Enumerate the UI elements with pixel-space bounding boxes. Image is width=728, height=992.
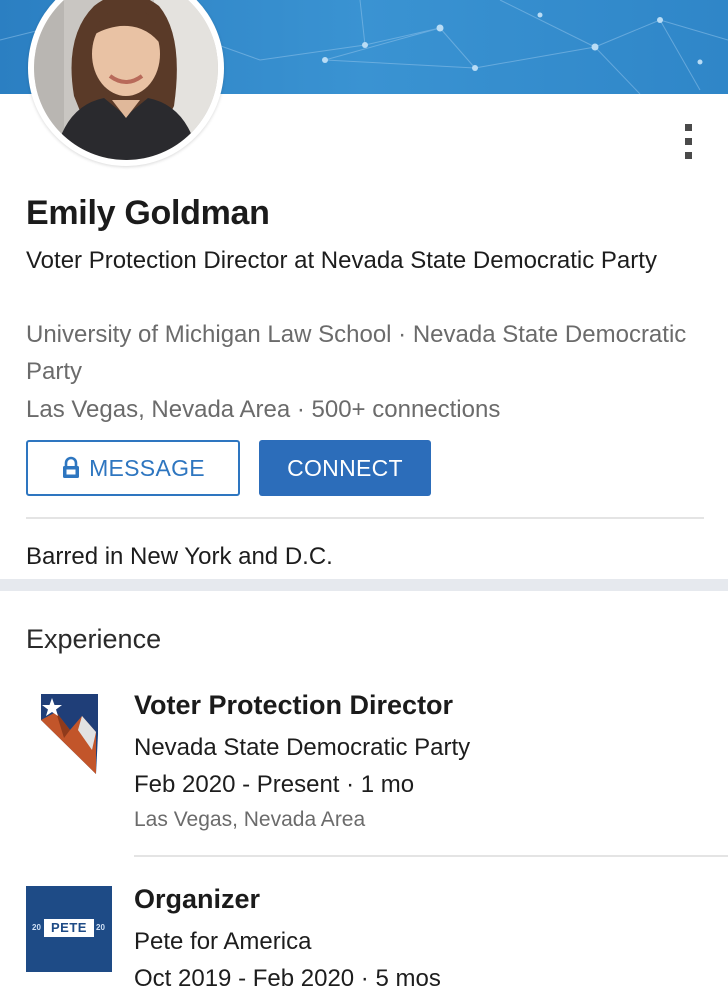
profile-name: Emily Goldman: [26, 194, 270, 232]
pete-2020-logo-icon[interactable]: 20 PETE 20: [26, 886, 112, 972]
connect-button[interactable]: CONNECT: [259, 440, 431, 496]
message-button-label: MESSAGE: [89, 454, 205, 481]
divider: [26, 517, 704, 519]
message-button[interactable]: MESSAGE: [26, 440, 240, 496]
more-options-icon[interactable]: [680, 120, 698, 164]
experience-location: Las Vegas, Nevada Area: [134, 808, 366, 831]
lock-icon: [63, 456, 80, 478]
section-separator: [0, 579, 728, 591]
profile-headline: Voter Protection Director at Nevada Stat…: [26, 247, 657, 274]
logo-year-right: 20: [96, 923, 105, 932]
experience-dates: Oct 2019 - Feb 2020 · 5 mos: [134, 965, 441, 992]
experience-company: Nevada State Democratic Party: [134, 734, 471, 761]
profile-summary: Barred in New York and D.C.: [26, 543, 333, 570]
profile-photo: [34, 0, 218, 160]
experience-role[interactable]: Voter Protection Director: [134, 690, 453, 721]
experience-section-title: Experience: [26, 624, 162, 654]
connect-button-label: CONNECT: [287, 454, 403, 481]
profile-location-connections[interactable]: Las Vegas, Nevada Area · 500+ connection…: [26, 391, 500, 428]
experience-role[interactable]: Organizer: [134, 884, 260, 915]
company-logo: [26, 690, 112, 776]
profile-photo-frame[interactable]: [28, 0, 224, 166]
experience-dates: Feb 2020 - Present · 1 mo: [134, 771, 415, 798]
experience-company: Pete for America: [134, 928, 312, 955]
logo-year-left: 20: [32, 923, 41, 932]
profile-education-company: University of Michigan Law School · Neva…: [26, 321, 687, 385]
divider: [134, 855, 728, 857]
nevada-democratic-party-logo-icon[interactable]: [26, 690, 112, 776]
logo-text: PETE: [51, 920, 87, 935]
avatar[interactable]: [34, 0, 218, 160]
